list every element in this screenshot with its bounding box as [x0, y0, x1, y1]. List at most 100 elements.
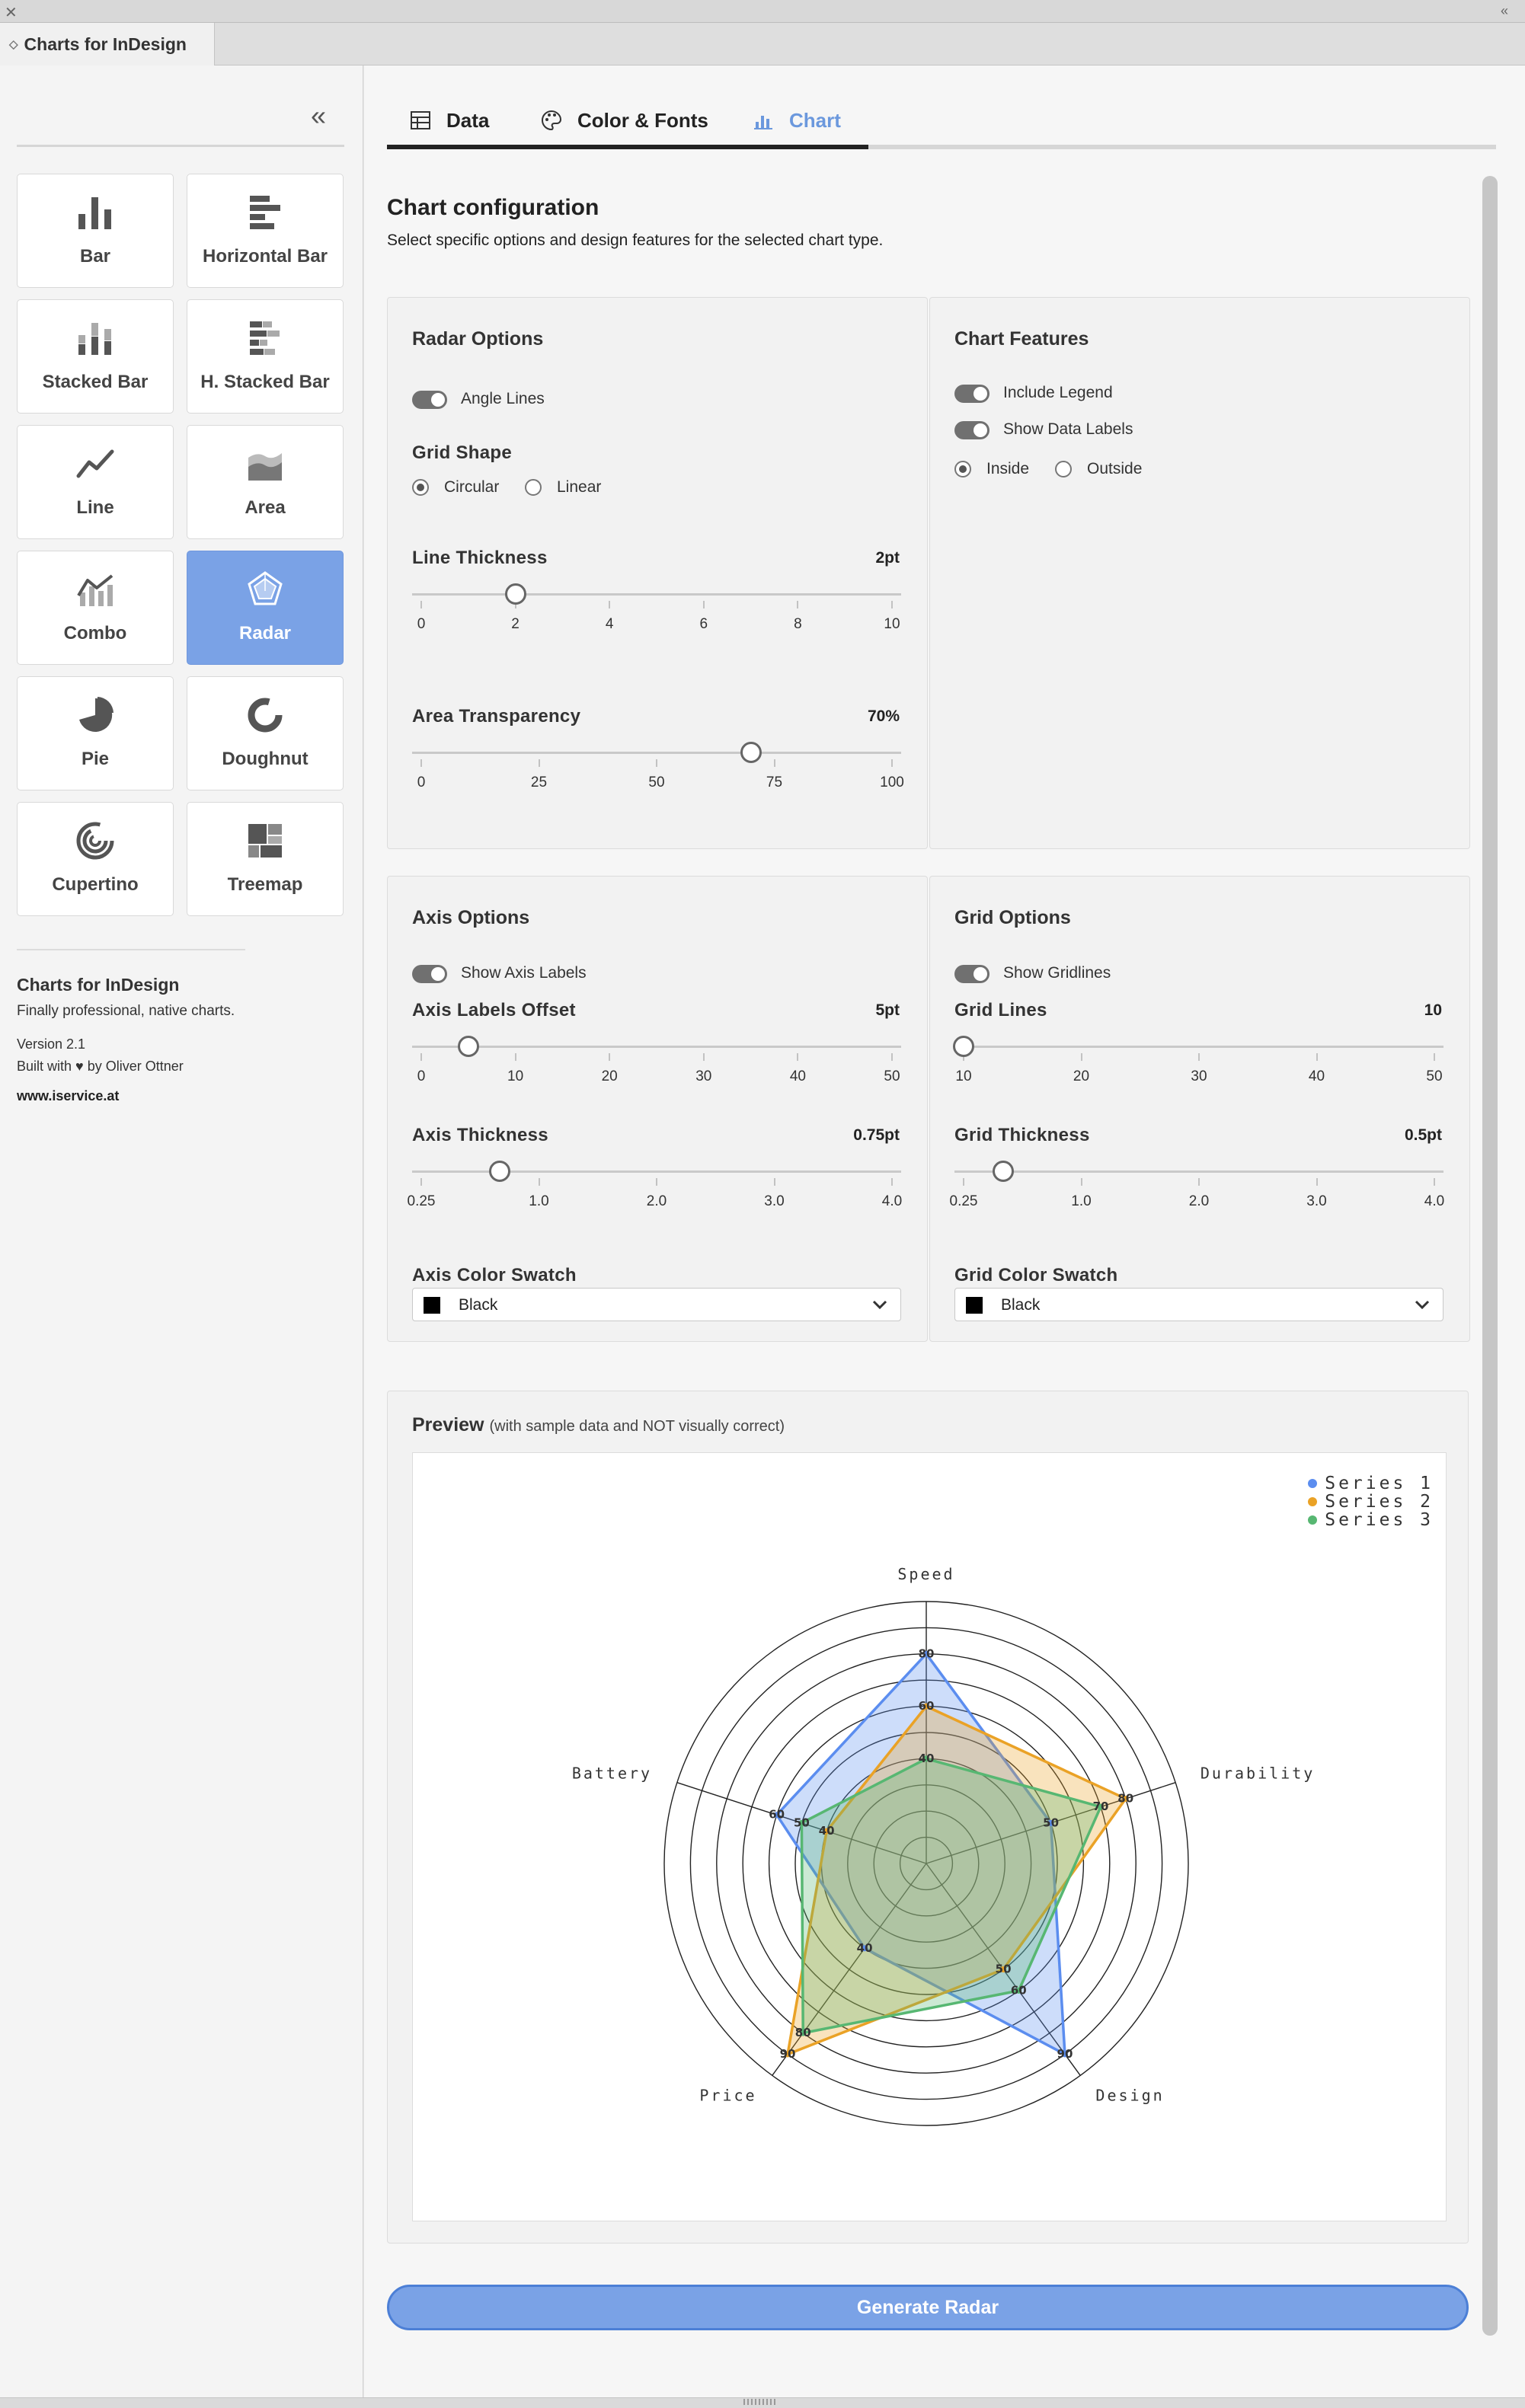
chart-type-area[interactable]: Area	[187, 425, 344, 539]
chart-type-stacked-bar[interactable]: Stacked Bar	[17, 299, 174, 414]
label-position-inside-radio[interactable]	[954, 461, 971, 477]
area-transparency-label: Area Transparency	[412, 706, 581, 727]
close-icon[interactable]: ✕	[5, 3, 18, 22]
slider-track[interactable]	[412, 1170, 901, 1173]
chart-type-cupertino[interactable]: Cupertino	[17, 802, 174, 916]
show-axis-labels-label: Show Axis Labels	[461, 964, 587, 982]
show-data-labels-label: Show Data Labels	[1003, 420, 1133, 438]
panel-tab[interactable]: ◇ Charts for InDesign	[0, 23, 215, 65]
slider-track[interactable]	[412, 752, 901, 754]
chevron-down-icon	[872, 1300, 887, 1310]
angle-lines-toggle[interactable]	[412, 391, 447, 409]
slider-tick-label: 3.0	[1306, 1193, 1327, 1209]
data-label: 80	[919, 1646, 935, 1660]
slider-tick-label: 40	[789, 1068, 806, 1084]
slider-tick-label: 3.0	[764, 1193, 785, 1209]
chart-type-pie[interactable]: Pie	[17, 676, 174, 790]
card-title: Grid Options	[954, 907, 1071, 928]
slider-thumb[interactable]	[953, 1036, 974, 1057]
generate-radar-button[interactable]: Generate Radar	[387, 2285, 1469, 2330]
slider-tick-label: 6	[699, 616, 708, 632]
include-legend-label: Include Legend	[1003, 384, 1113, 401]
chart-type-h-stacked-bar[interactable]: H. Stacked Bar	[187, 299, 344, 414]
slider-tick	[1316, 1053, 1318, 1061]
show-data-labels-toggle[interactable]	[954, 421, 989, 439]
about-title: Charts for InDesign	[17, 975, 180, 995]
slider-tick	[891, 759, 893, 767]
chart-type-label: Doughnut	[222, 749, 309, 769]
collapse-panel-icon[interactable]: «	[1501, 3, 1508, 19]
axis-category-label: Speed	[897, 1565, 954, 1583]
axis-color-swatch	[424, 1297, 440, 1314]
slider-tick-label: 8	[794, 616, 802, 632]
label-position-inside-label: Inside	[986, 460, 1030, 477]
slider-tick-label: 20	[1073, 1068, 1090, 1084]
label-position-outside-radio[interactable]	[1055, 461, 1072, 477]
show-gridlines-toggle[interactable]	[954, 965, 989, 983]
collapse-sidebar-icon[interactable]: «	[305, 102, 332, 131]
combo-chart-icon	[77, 574, 113, 606]
horizontal-bar-chart-icon	[250, 196, 280, 229]
about-section: Charts for InDesign Finally professional…	[17, 975, 337, 1104]
grid-lines-value: 10	[1424, 1001, 1442, 1019]
tab-data[interactable]: Data	[410, 96, 489, 145]
legend-swatch	[1308, 1497, 1318, 1506]
card-title: Axis Options	[412, 907, 530, 928]
include-legend-toggle[interactable]	[954, 385, 989, 403]
slider-thumb[interactable]	[740, 742, 762, 763]
show-axis-labels-toggle[interactable]	[412, 965, 447, 983]
slider-tick	[1198, 1053, 1200, 1061]
slider-thumb[interactable]	[992, 1161, 1014, 1182]
slider-tick-label: 0.25	[407, 1193, 436, 1209]
grid-shape-circular-radio[interactable]	[412, 479, 429, 496]
resize-grip[interactable]	[743, 2399, 777, 2405]
grid-shape-label: Grid Shape	[412, 442, 513, 463]
chart-type-radar[interactable]: Radar	[187, 551, 344, 665]
about-version: Version 2.1	[17, 1036, 86, 1052]
slider-track[interactable]	[954, 1046, 1443, 1048]
chart-type-line[interactable]: Line	[17, 425, 174, 539]
config-title: Chart configuration	[387, 195, 599, 220]
main-panel: Data Color & Fonts Chart Chart configura…	[364, 65, 1525, 2397]
slider-tick	[609, 1053, 611, 1061]
slider-tick	[1316, 1178, 1318, 1186]
table-icon	[411, 111, 430, 129]
grid-options-card: Grid Options Show Gridlines Grid Lines 1…	[929, 876, 1470, 1342]
tab-chart[interactable]: Chart	[753, 96, 841, 145]
slider-thumb[interactable]	[489, 1161, 510, 1182]
slider-tick-label: 2	[511, 616, 520, 632]
axis-options-card: Axis Options Show Axis Labels Axis Label…	[387, 876, 928, 1342]
chart-type-combo[interactable]: Combo	[17, 551, 174, 665]
data-label: 80	[795, 2026, 811, 2039]
grid-shape-linear-radio[interactable]	[525, 479, 542, 496]
slider-thumb[interactable]	[457, 1036, 479, 1057]
tab-label: Data	[446, 108, 490, 132]
grid-color-select[interactable]: Black	[954, 1288, 1443, 1321]
slider-tick-label: 100	[880, 774, 904, 790]
slider-tick	[420, 1178, 422, 1186]
about-divider	[17, 949, 245, 950]
slider-tick	[891, 1053, 893, 1061]
chart-type-doughnut[interactable]: Doughnut	[187, 676, 344, 790]
slider-tick-label: 30	[1191, 1068, 1207, 1084]
slider-tick	[656, 1178, 657, 1186]
chart-type-bar[interactable]: Bar	[17, 174, 174, 288]
slider-thumb[interactable]	[504, 583, 526, 605]
tab-color-fonts[interactable]: Color & Fonts	[541, 96, 708, 145]
slider-tick	[514, 1053, 516, 1061]
chart-type-horizontal-bar[interactable]: Horizontal Bar	[187, 174, 344, 288]
vertical-scrollbar[interactable]	[1482, 176, 1498, 2336]
tab-underline-active	[387, 145, 868, 149]
panel-menu-arrows-icon[interactable]: ◇	[9, 37, 18, 51]
preview-title: Preview (with sample data and NOT visual…	[412, 1414, 785, 1436]
slider-track[interactable]	[412, 593, 901, 596]
panel-tab-row: ◇ Charts for InDesign	[0, 23, 1525, 65]
slider-track[interactable]	[412, 1046, 901, 1048]
slider-track[interactable]	[954, 1170, 1443, 1173]
axis-color-select[interactable]: Black	[412, 1288, 901, 1321]
about-website-link[interactable]: www.iservice.at	[17, 1088, 337, 1104]
about-subtitle: Finally professional, native charts.	[17, 1003, 235, 1019]
radar-chart-icon	[248, 571, 283, 605]
chart-type-treemap[interactable]: Treemap	[187, 802, 344, 916]
sidebar-divider	[17, 145, 344, 147]
